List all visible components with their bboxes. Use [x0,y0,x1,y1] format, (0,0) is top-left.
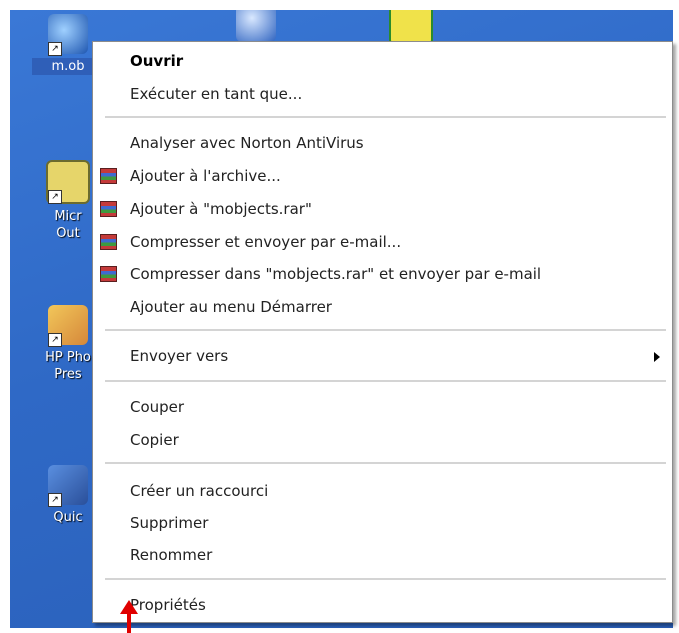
shortcut-arrow-icon: ↗ [48,190,62,204]
desktop-icon-partial-globe[interactable] [220,10,292,42]
menu-separator [105,380,666,382]
winrar-icon [100,266,117,282]
menu-item-cut[interactable]: Couper [93,394,672,420]
menu-item-send-to[interactable]: Envoyer vers [93,343,672,369]
menu-item-label: Ajouter à l'archive... [130,167,281,185]
photo-icon: ↗ [48,305,88,347]
menu-item-label: Compresser et envoyer par e-mail... [130,233,402,251]
globe-icon: ↗ [48,14,88,56]
menu-separator [105,329,666,331]
menu-item-copy[interactable]: Copier [93,427,672,453]
app-icon: ↗ [46,160,90,204]
menu-item-add-archive[interactable]: Ajouter à l'archive... [93,163,672,189]
menu-item-label: Propriétés [130,596,206,614]
winrar-icon [100,234,117,250]
shortcut-arrow-icon: ↗ [48,493,62,507]
menu-item-label: Copier [130,431,179,449]
shortcut-arrow-icon: ↗ [48,42,62,56]
menu-item-label: Créer un raccourci [130,482,269,500]
menu-item-add-start-menu[interactable]: Ajouter au menu Démarrer [93,294,672,320]
app-icon: ↗ [48,465,88,507]
menu-item-compress-email[interactable]: Compresser et envoyer par e-mail... [93,229,672,255]
menu-separator [105,116,666,118]
pointer-arrow-shaft [127,612,131,633]
winrar-icon [100,168,117,184]
menu-item-rename[interactable]: Renommer [93,542,672,568]
menu-separator [105,578,666,580]
menu-item-label: Ajouter à "mobjects.rar" [130,200,312,218]
menu-item-norton[interactable]: Analyser avec Norton AntiVirus [93,130,672,156]
menu-item-label: Renommer [130,546,213,564]
context-menu: Ouvrir Exécuter en tant que... Analyser … [92,41,673,623]
menu-item-label: Exécuter en tant que... [130,85,303,103]
globe-icon [236,10,276,42]
menu-item-label: Couper [130,398,185,416]
menu-item-label: Ouvrir [130,52,184,70]
menu-item-label: Envoyer vers [130,347,229,365]
menu-item-run-as[interactable]: Exécuter en tant que... [93,81,672,107]
menu-item-properties[interactable]: Propriétés [93,592,672,618]
menu-item-label: Compresser dans "mobjects.rar" et envoye… [130,265,542,283]
submenu-arrow-icon [654,352,660,362]
menu-separator [105,462,666,464]
menu-item-delete[interactable]: Supprimer [93,510,672,536]
menu-item-add-mobjects-rar[interactable]: Ajouter à "mobjects.rar" [93,196,672,222]
menu-item-label: Analyser avec Norton AntiVirus [130,134,364,152]
shortcut-arrow-icon: ↗ [48,333,62,347]
menu-item-open[interactable]: Ouvrir [93,48,672,74]
menu-item-compress-rar-email[interactable]: Compresser dans "mobjects.rar" et envoye… [93,261,672,287]
menu-item-label: Ajouter au menu Démarrer [130,298,332,316]
menu-item-create-shortcut[interactable]: Créer un raccourci [93,478,672,504]
pointer-arrow-head [120,600,138,614]
winrar-icon [100,201,117,217]
menu-item-label: Supprimer [130,514,209,532]
pointer-arrow-icon [120,600,138,633]
